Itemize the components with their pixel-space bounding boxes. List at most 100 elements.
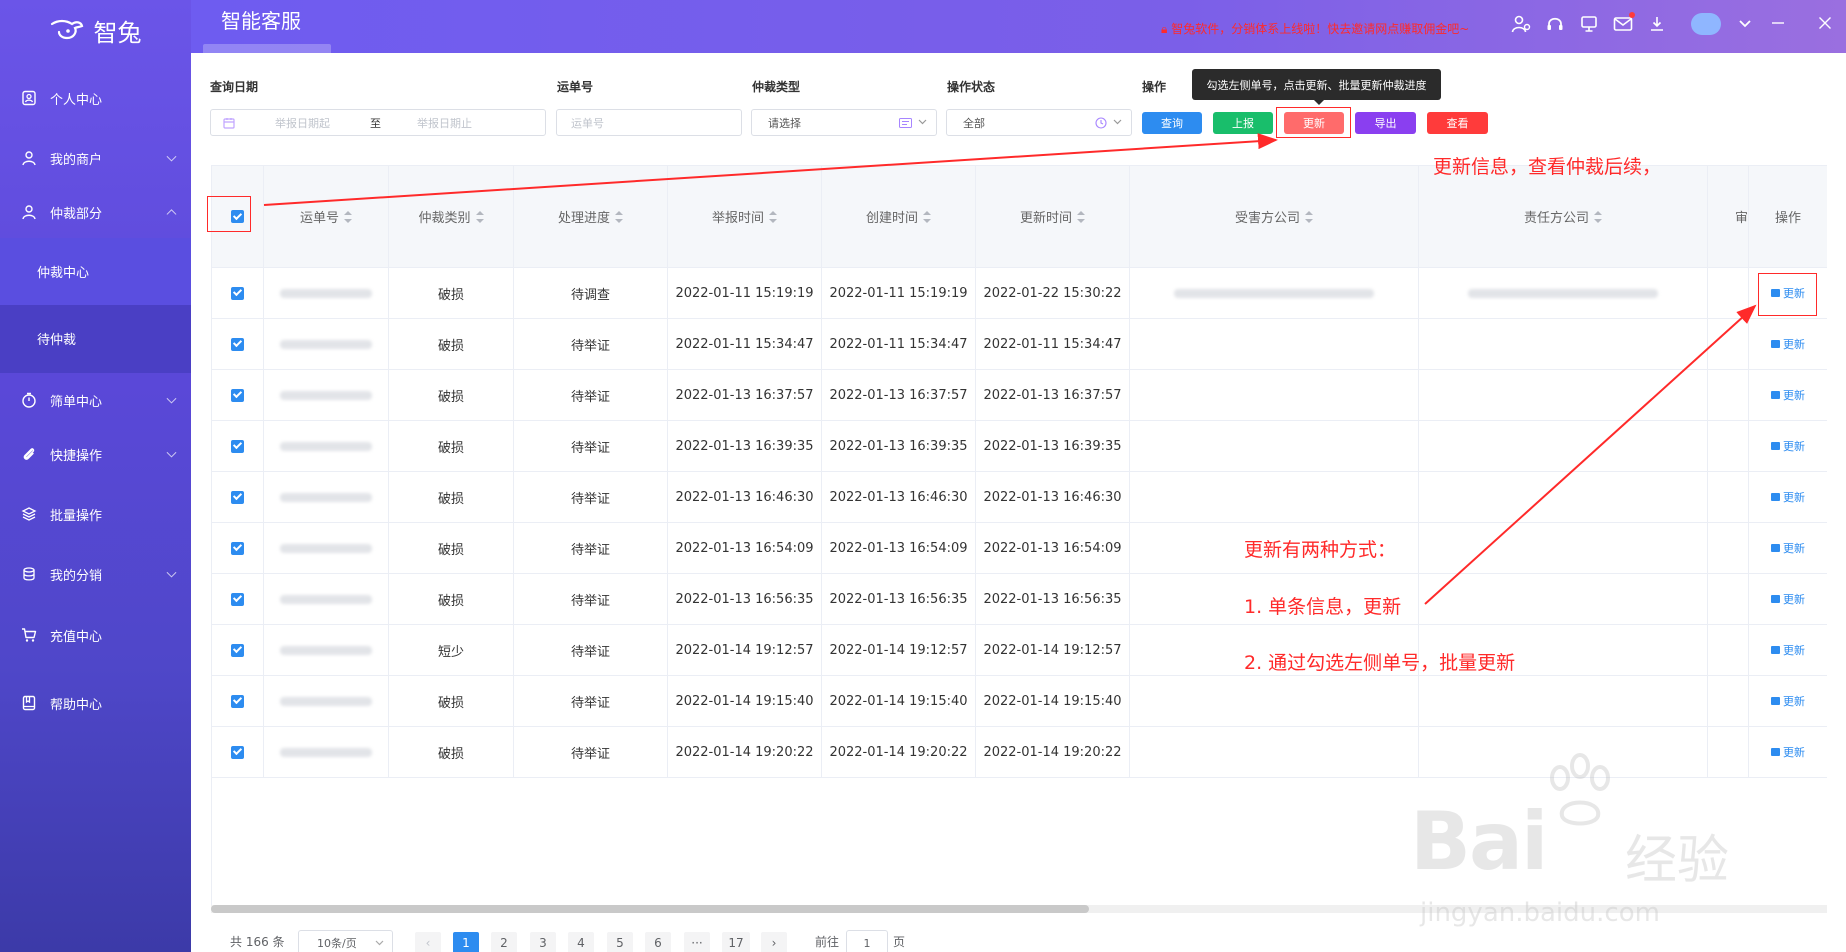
operations-cell: 更新 — [1748, 676, 1827, 726]
edit-icon — [1771, 340, 1780, 348]
row-checkbox[interactable] — [231, 337, 244, 351]
col-review[interactable]: 审 — [1708, 166, 1748, 267]
col-arbitration-type[interactable]: 仲裁类别 — [389, 166, 514, 267]
monitor-icon[interactable] — [1579, 14, 1599, 34]
responsible-company-cell — [1419, 421, 1708, 471]
export-button[interactable]: 导出 — [1355, 112, 1416, 134]
col-victim-company[interactable]: 受害方公司 — [1130, 166, 1419, 267]
baidu-watermark: Bai 经验 jingyan.baidu.com — [1410, 750, 1760, 930]
view-button[interactable]: 查看 — [1427, 112, 1488, 134]
date-end-input[interactable]: 举报日期止 — [417, 115, 472, 131]
table-row[interactable]: 短少 待举证 2022-01-14 19:12:57 2022-01-14 19:12… — [212, 625, 1827, 676]
chevron-down-icon[interactable] — [1735, 14, 1755, 34]
row-checkbox[interactable] — [231, 388, 244, 402]
row-update-button[interactable]: 更新 — [1771, 438, 1805, 454]
page-17[interactable]: 17 — [722, 932, 750, 952]
table-row[interactable]: 破损 待调查 2022-01-11 15:19:19 2022-01-11 15:19… — [212, 268, 1827, 319]
user-settings-icon[interactable] — [1511, 14, 1531, 34]
row-update-button[interactable]: 更新 — [1771, 489, 1805, 505]
row-update-button[interactable]: 更新 — [1771, 591, 1805, 607]
redacted-waybill — [280, 288, 372, 298]
sidebar-item-my-merchants[interactable]: 我的商户 — [0, 132, 191, 184]
sidebar-subitem-pending-arbitration[interactable]: 待仲裁 — [0, 305, 191, 372]
progress-cell: 待举证 — [514, 319, 668, 369]
row-update-button[interactable]: 更新 — [1771, 540, 1805, 556]
col-created-time[interactable]: 创建时间 — [822, 166, 976, 267]
sidebar-item-quick-actions[interactable]: 快捷操作 — [0, 428, 191, 480]
page-size-select[interactable]: 10条/页 — [298, 930, 393, 952]
logo-text: 智兔 — [93, 18, 142, 47]
sidebar-item-my-distribution[interactable]: 我的分销 — [0, 548, 191, 600]
date-range-picker[interactable]: 举报日期起 至 举报日期止 — [210, 109, 546, 136]
row-checkbox[interactable] — [231, 592, 244, 606]
next-page-button[interactable]: › — [761, 932, 787, 952]
col-waybill[interactable]: 运单号 — [264, 166, 389, 267]
scrollbar-thumb[interactable] — [211, 905, 1089, 913]
row-checkbox[interactable] — [231, 643, 244, 657]
table-row[interactable]: 破损 待举证 2022-01-13 16:39:35 2022-01-13 16:39… — [212, 421, 1827, 472]
page-2[interactable]: 2 — [491, 932, 517, 952]
table-row[interactable]: 破损 待举证 2022-01-11 15:34:47 2022-01-11 15:34… — [212, 319, 1827, 370]
page-ellipsis[interactable]: ··· — [684, 932, 710, 952]
row-update-button[interactable]: 更新 — [1771, 744, 1805, 760]
type-cell: 破损 — [389, 319, 514, 369]
sidebar-item-batch-operations[interactable]: 批量操作 — [0, 488, 191, 540]
sidebar-subitem-arbitration-center[interactable]: 仲裁中心 — [0, 238, 191, 305]
download-icon[interactable] — [1647, 14, 1667, 34]
date-start-input[interactable]: 举报日期起 — [275, 115, 365, 131]
operation-status-select[interactable]: 全部 — [946, 109, 1132, 136]
table-row[interactable]: 破损 待举证 2022-01-13 16:56:35 2022-01-13 16:56… — [212, 574, 1827, 625]
row-update-button[interactable]: 更新 — [1771, 693, 1805, 709]
annotation-box-select-all — [207, 196, 251, 232]
cart-icon — [20, 626, 38, 644]
col-updated-time[interactable]: 更新时间 — [976, 166, 1130, 267]
col-report-time[interactable]: 举报时间 — [668, 166, 822, 267]
row-checkbox[interactable] — [231, 745, 244, 759]
checkbox-cell — [212, 472, 264, 522]
sidebar-item-help-center[interactable]: 帮助中心 — [0, 677, 191, 729]
page-1[interactable]: 1 — [453, 932, 479, 952]
row-checkbox[interactable] — [231, 541, 244, 555]
table-row[interactable]: 破损 待举证 2022-01-13 16:46:30 2022-01-13 16:46… — [212, 472, 1827, 523]
col-responsible-company[interactable]: 责任方公司 — [1419, 166, 1708, 267]
row-checkbox[interactable] — [231, 286, 244, 300]
col-operations: 操作 — [1748, 166, 1827, 267]
sidebar-item-recharge-center[interactable]: 充值中心 — [0, 609, 191, 661]
table-row[interactable]: 破损 待举证 2022-01-14 19:15:40 2022-01-14 19:15… — [212, 676, 1827, 727]
list-icon — [899, 118, 912, 128]
promo-notice[interactable]: 🔒︎ 智兔软件，分销体系上线啦！快去邀请网点赚取佣金吧~ — [1161, 20, 1469, 37]
row-checkbox[interactable] — [231, 694, 244, 708]
row-update-button[interactable]: 更新 — [1771, 336, 1805, 352]
row-update-label: 更新 — [1783, 389, 1805, 402]
app-logo[interactable]: 智兔 — [0, 0, 191, 60]
page-6[interactable]: 6 — [645, 932, 671, 952]
sidebar-item-personal-center[interactable]: 个人中心 — [0, 72, 191, 124]
query-button[interactable]: 查询 — [1142, 112, 1202, 134]
table-row[interactable]: 破损 待举证 2022-01-13 16:37:57 2022-01-13 16:37… — [212, 370, 1827, 421]
report-button[interactable]: 上报 — [1213, 112, 1273, 134]
book-icon — [20, 694, 38, 712]
sidebar-item-arbitration[interactable]: 仲裁部分 — [0, 186, 191, 238]
sidebar-item-filter-center[interactable]: 筛单中心 — [0, 374, 191, 426]
row-checkbox[interactable] — [231, 490, 244, 504]
page-4[interactable]: 4 — [568, 932, 594, 952]
row-checkbox[interactable] — [231, 439, 244, 453]
row-update-button[interactable]: 更新 — [1771, 642, 1805, 658]
arbitration-type-label: 仲裁类型 — [752, 80, 801, 94]
close-icon[interactable] — [1818, 15, 1832, 34]
goto-page-input[interactable]: 1 — [846, 930, 888, 952]
page-3[interactable]: 3 — [530, 932, 556, 952]
row-update-button[interactable]: 更新 — [1771, 387, 1805, 403]
page-5[interactable]: 5 — [607, 932, 633, 952]
avatar[interactable] — [1691, 13, 1721, 35]
progress-cell: 待举证 — [514, 676, 668, 726]
col-progress[interactable]: 处理进度 — [514, 166, 668, 267]
arbitration-type-select[interactable]: 请选择 — [751, 109, 937, 136]
watermark-brand-cn: 经验 — [1625, 831, 1730, 891]
mail-icon[interactable] — [1613, 12, 1635, 34]
prev-page-button[interactable]: ‹ — [415, 932, 441, 952]
table-row[interactable]: 破损 待举证 2022-01-13 16:54:09 2022-01-13 16:54… — [212, 523, 1827, 574]
waybill-input[interactable]: 运单号 — [556, 109, 742, 136]
headset-icon[interactable] — [1545, 14, 1565, 34]
minimize-icon[interactable] — [1771, 15, 1785, 34]
